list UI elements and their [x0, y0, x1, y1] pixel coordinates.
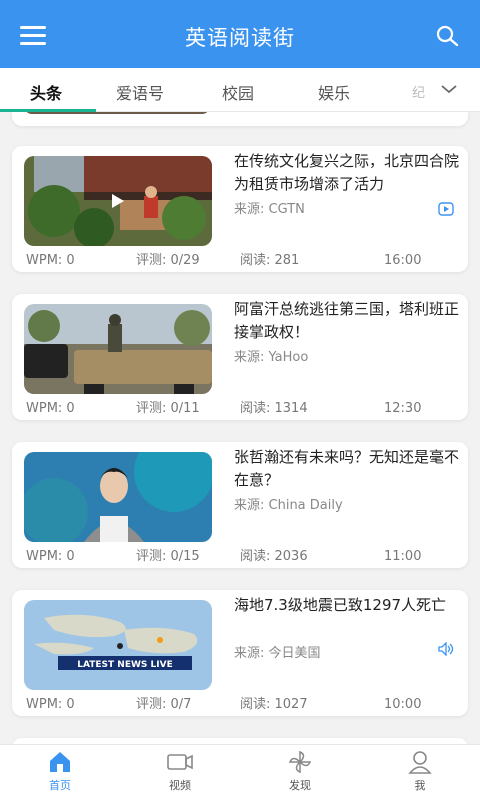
nav-label: 视频	[169, 779, 191, 792]
profile-icon	[408, 751, 432, 774]
article-title[interactable]: 海地7.3级地震已致1297人死亡	[234, 594, 460, 617]
read-count: 阅读: 1314	[240, 401, 308, 416]
wpm-stat: WPM: 0	[26, 549, 75, 564]
article-thumbnail	[24, 452, 212, 542]
wpm-stat: WPM: 0	[26, 253, 75, 268]
article-thumbnail	[24, 156, 212, 246]
tab-more-partial[interactable]: 纪	[412, 82, 425, 101]
tab-entertainment[interactable]: 娱乐	[318, 80, 350, 104]
tab-campus[interactable]: 校园	[222, 80, 254, 104]
video-camera-icon	[167, 754, 193, 770]
article-source: 来源: China Daily	[234, 498, 343, 513]
search-icon[interactable]	[434, 24, 460, 48]
read-count: 阅读: 2036	[240, 549, 308, 564]
publish-time: 10:00	[384, 697, 422, 712]
nav-label: 发现	[289, 779, 311, 792]
svg-text:LATEST NEWS LIVE: LATEST NEWS LIVE	[77, 660, 172, 670]
home-icon	[50, 752, 70, 772]
app-title: 英语阅读街	[185, 26, 295, 50]
quiz-stat: 评测: 0/29	[136, 253, 200, 268]
nav-profile[interactable]: 我	[390, 749, 450, 793]
article-title[interactable]: 在传统文化复兴之际，北京四合院为租赁市场增添了活力	[234, 150, 460, 196]
app-header: 英语阅读街	[0, 0, 480, 68]
nav-home[interactable]: 首页	[30, 749, 90, 793]
quiz-stat: 评测: 0/11	[136, 401, 200, 416]
article-source: 来源: CGTN	[234, 202, 305, 217]
article-title[interactable]: 张哲瀚还有未来吗？无知还是毫不在意？	[234, 446, 460, 492]
category-tabs: 头条 爱语号 校园 娱乐 纪	[0, 68, 480, 112]
chevron-down-icon[interactable]	[440, 82, 458, 96]
article-list[interactable]: 在传统文化复兴之际，北京四合院为租赁市场增添了活力 来源: CGTN WPM: …	[0, 112, 480, 744]
article-card[interactable]: 阿富汗总统逃往第三国，塔利班正接掌政权！ 来源: YaHoo WPM: 0 评测…	[12, 294, 468, 420]
wpm-stat: WPM: 0	[26, 697, 75, 712]
audio-icon	[438, 642, 454, 656]
wpm-stat: WPM: 0	[26, 401, 75, 416]
read-count: 阅读: 1027	[240, 697, 308, 712]
article-card[interactable]: 张哲瀚还有未来吗？无知还是毫不在意？ 来源: China Daily WPM: …	[12, 442, 468, 568]
article-card[interactable]: 在传统文化复兴之际，北京四合院为租赁市场增添了活力 来源: CGTN WPM: …	[12, 146, 468, 272]
article-title[interactable]: 阿富汗总统逃往第三国，塔利班正接掌政权！	[234, 298, 460, 344]
article-thumbnail: LATEST NEWS LIVE	[24, 600, 212, 690]
publish-time: 11:00	[384, 549, 422, 564]
tab-headlines[interactable]: 头条	[30, 80, 62, 104]
nav-label: 首页	[49, 779, 71, 792]
nav-video[interactable]: 视频	[150, 749, 210, 793]
article-thumbnail	[24, 304, 212, 394]
article-source: 来源: 今日美国	[234, 646, 321, 661]
pinwheel-icon	[288, 750, 312, 774]
article-card[interactable]: LATEST NEWS LIVE 海地7.3级地震已致1297人死亡 来源: 今…	[12, 590, 468, 716]
article-source: 来源: YaHoo	[234, 350, 309, 365]
tab-aiyuhao[interactable]: 爱语号	[116, 80, 164, 104]
quiz-stat: 评测: 0/7	[136, 697, 192, 712]
bottom-navigation: 首页 视频 发现 我	[0, 744, 480, 800]
nav-label: 我	[414, 779, 426, 792]
nav-discover[interactable]: 发现	[270, 749, 330, 793]
publish-time: 16:00	[384, 253, 422, 268]
publish-time: 12:30	[384, 401, 422, 416]
video-icon	[438, 202, 454, 216]
article-thumbnail	[24, 112, 210, 114]
read-count: 阅读: 281	[240, 253, 300, 268]
quiz-stat: 评测: 0/15	[136, 549, 200, 564]
article-card-partial[interactable]	[12, 112, 468, 126]
